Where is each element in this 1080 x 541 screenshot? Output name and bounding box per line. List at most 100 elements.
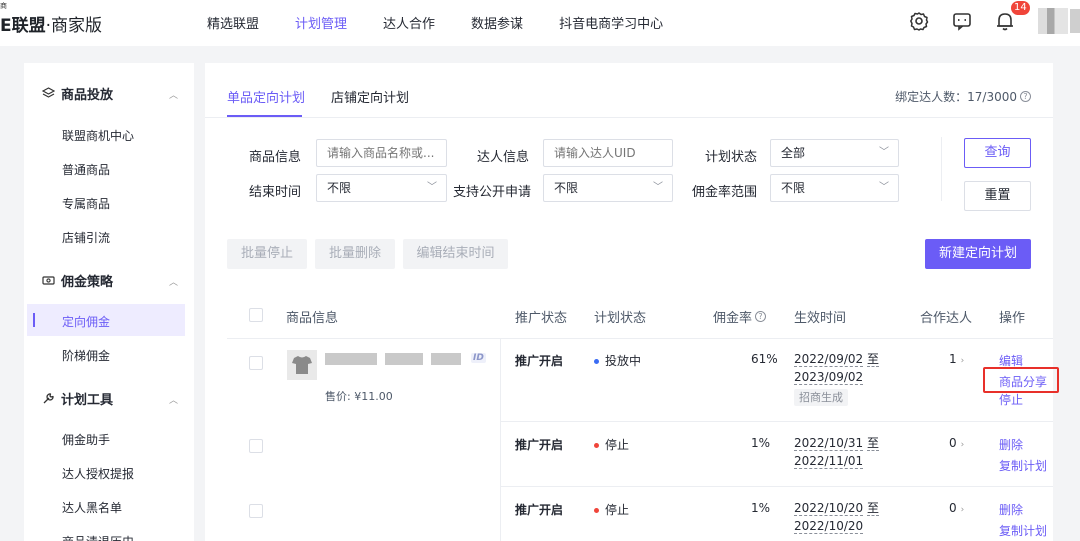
batch-delete-button[interactable]: 批量删除 — [315, 239, 395, 269]
talent-count-value: 0 — [949, 436, 957, 450]
tab-store-plan[interactable]: 店铺定向计划 — [331, 87, 409, 106]
commission-range-label: 佣金率范围 — [692, 185, 758, 200]
sidebar-item-tiered-commission[interactable]: 阶梯佣金 — [62, 347, 110, 364]
talent-count-value: 0 — [949, 501, 957, 515]
promo-status: 推广开启 — [515, 438, 564, 452]
avatar[interactable] — [1038, 8, 1068, 34]
end-time-value: 不限 — [327, 181, 352, 195]
sidebar-item-commission-assistant[interactable]: 佣金助手 — [62, 431, 110, 448]
help-icon[interactable]: ? — [755, 311, 767, 322]
create-plan-button[interactable]: 新建定向计划 — [925, 239, 1031, 269]
talent-info-input[interactable] — [543, 139, 673, 167]
talent-info-label: 达人信息 — [477, 150, 530, 165]
row-checkbox[interactable] — [249, 356, 263, 370]
help-icon[interactable]: ? — [1020, 91, 1031, 102]
sidebar-item-targeted-commission[interactable]: 定向佣金 — [62, 313, 110, 330]
sidebar-group-commission-strategy[interactable]: 佣金策略 — [41, 271, 113, 290]
end-time-label: 结束时间 — [249, 185, 302, 200]
sidebar-item-store-traffic[interactable]: 店铺引流 — [62, 229, 110, 246]
copy-plan-link[interactable]: 复制计划 — [999, 457, 1047, 474]
product-name-redacted — [431, 353, 461, 365]
chevron-right-icon: › — [960, 356, 965, 366]
logo-sub-text: 商家版 — [51, 16, 103, 36]
nav-item-data-advisor[interactable]: 数据参谋 — [471, 13, 523, 32]
tool-icon — [41, 392, 55, 406]
commission-rate: 61% — [751, 352, 778, 366]
product-thumbnail[interactable] — [287, 350, 317, 380]
sidebar-item-talent-authorization[interactable]: 达人授权提报 — [62, 465, 134, 482]
sidebar-item-talent-blacklist[interactable]: 达人黑名单 — [62, 499, 122, 516]
public-apply-label: 支持公开申请 — [453, 185, 532, 200]
chevron-up-icon[interactable]: ︿ — [169, 275, 178, 288]
column-header-operations: 操作 — [999, 311, 1026, 326]
tab-single-product-plan[interactable]: 单品定向计划 — [227, 87, 305, 106]
commission-rate: 1% — [751, 501, 771, 515]
product-name-redacted — [385, 353, 423, 365]
stop-link[interactable]: 停止 — [999, 391, 1023, 408]
plan-status: 停止 — [594, 501, 629, 518]
commission-rate: 1% — [751, 436, 771, 450]
main-panel: 单品定向计划 店铺定向计划 绑定达人数： 17/3000 ? 商品信息 达人信息… — [205, 63, 1059, 541]
public-apply-select[interactable]: 不限 ﹀ — [543, 174, 673, 202]
row-checkbox[interactable] — [249, 439, 263, 453]
copy-plan-link[interactable]: 复制计划 — [999, 522, 1047, 539]
plan-status-text: 停止 — [605, 438, 630, 452]
bound-value: 17/3000 — [967, 89, 1017, 104]
date-start: 2022/10/20 — [794, 501, 864, 516]
reset-button[interactable]: 重置 — [964, 181, 1031, 211]
column-header-product-info: 商品信息 — [286, 311, 339, 326]
product-column-divider — [500, 339, 501, 541]
commission-range-select[interactable]: 不限 ﹀ — [770, 174, 899, 202]
delete-link[interactable]: 删除 — [999, 436, 1023, 453]
product-info-input[interactable] — [316, 139, 447, 167]
sidebar-group-plan-tools[interactable]: 计划工具 — [41, 389, 113, 408]
chevron-down-icon: ﹀ — [427, 182, 437, 193]
delete-link[interactable]: 删除 — [999, 501, 1023, 518]
nav-item-talent-cooperation[interactable]: 达人合作 — [383, 13, 435, 32]
chevron-up-icon[interactable]: ︿ — [169, 88, 178, 101]
tshirt-icon — [292, 356, 312, 374]
sidebar-active-indicator — [33, 313, 35, 327]
column-header-promo-status: 推广状态 — [515, 311, 568, 326]
logo-small-text: 商 — [0, 2, 7, 10]
sidebar-item-clearance-history[interactable]: 商品清退历史 — [62, 533, 134, 541]
chevron-right-icon: › — [960, 440, 965, 450]
nav-item-plan-management[interactable]: 计划管理 — [295, 13, 347, 32]
plan-status-select[interactable]: 全部 ﹀ — [770, 139, 899, 167]
date-start: 2022/09/02 — [794, 352, 864, 367]
sidebar-group-product-placement[interactable]: 商品投放 — [41, 84, 113, 103]
nav-item-learning-center[interactable]: 抖音电商学习中心 — [559, 13, 663, 32]
status-dot-stopped — [594, 508, 599, 513]
talent-count[interactable]: 1 › — [949, 352, 964, 366]
bound-label: 绑定达人数： — [895, 90, 968, 104]
product-name-redacted — [325, 353, 377, 365]
chevron-down-icon: ﹀ — [879, 182, 889, 193]
chevron-down-icon: ﹀ — [653, 182, 663, 193]
edit-end-time-button[interactable]: 编辑结束时间 — [403, 239, 508, 269]
sidebar-item-opportunity-center[interactable]: 联盟商机中心 — [62, 127, 134, 144]
logo[interactable]: E联盟·商家版 — [0, 11, 102, 36]
talent-count[interactable]: 0 › — [949, 501, 964, 515]
message-icon[interactable] — [951, 10, 973, 32]
sidebar-item-exclusive-products[interactable]: 专属商品 — [62, 195, 110, 212]
row-checkbox[interactable] — [249, 504, 263, 518]
query-button[interactable]: 查询 — [964, 138, 1031, 168]
chevron-up-icon[interactable]: ︿ — [169, 393, 178, 406]
column-header-plan-status: 计划状态 — [594, 311, 647, 326]
batch-stop-button[interactable]: 批量停止 — [227, 239, 307, 269]
highlight-box — [983, 367, 1059, 393]
promo-status: 推广开启 — [515, 354, 564, 368]
sidebar-item-normal-products[interactable]: 普通商品 — [62, 161, 110, 178]
product-id-badge[interactable]: ID — [471, 353, 486, 363]
date-sep: 至 — [867, 352, 880, 367]
nav-item-selected-alliance[interactable]: 精选联盟 — [207, 13, 259, 32]
end-time-select[interactable]: 不限 ﹀ — [316, 174, 447, 202]
status-dot-stopped — [594, 443, 599, 448]
select-all-checkbox[interactable] — [249, 308, 263, 322]
public-apply-value: 不限 — [554, 181, 579, 195]
gear-icon[interactable] — [908, 10, 930, 32]
sidebar-group-label: 商品投放 — [61, 88, 114, 103]
date-start: 2022/10/31 — [794, 436, 864, 451]
talent-count[interactable]: 0 › — [949, 436, 964, 450]
sidebar-group-label: 佣金策略 — [61, 275, 114, 290]
